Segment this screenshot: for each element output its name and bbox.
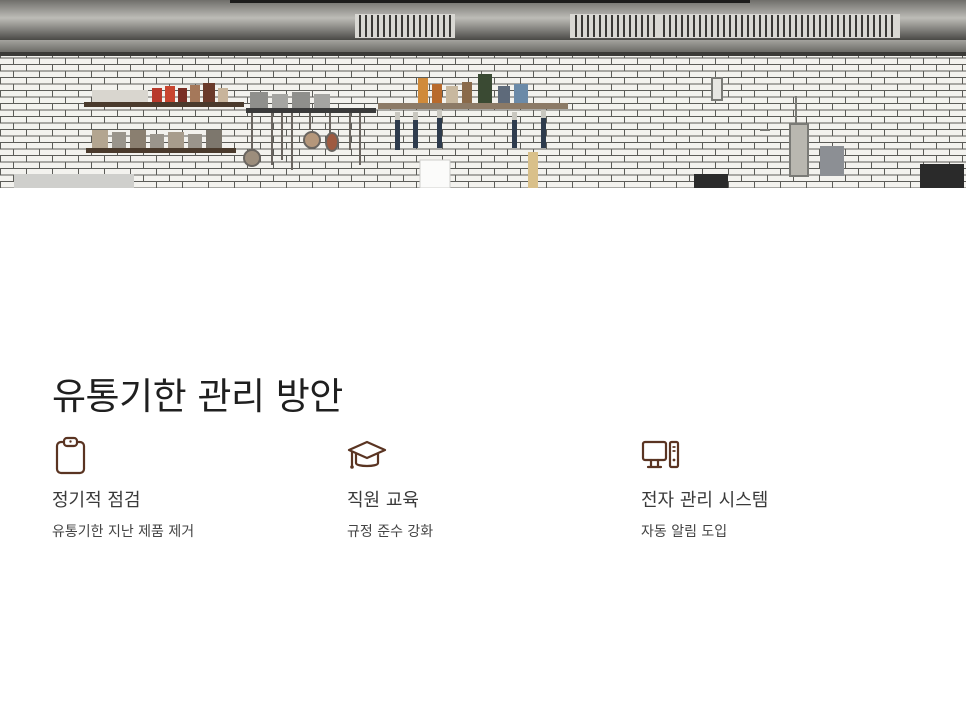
clipboard-icon	[52, 436, 92, 476]
feature-description: 유통기한 지난 제품 제거	[52, 524, 195, 540]
feature-staff-training: 직원 교육 규정 준수 강화	[347, 436, 627, 541]
feature-description: 규정 준수 강화	[347, 524, 434, 540]
graduation-cap-icon	[347, 436, 387, 476]
feature-description: 자동 알림 도입	[641, 524, 728, 540]
feature-title: 직원 교육	[347, 490, 419, 511]
feature-regular-inspection: 정기적 점검 유통기한 지난 제품 제거	[52, 436, 332, 541]
computer-icon	[641, 436, 681, 476]
kitchen-photo	[0, 0, 966, 188]
feature-title: 전자 관리 시스템	[641, 490, 769, 511]
feature-electronic-system: 전자 관리 시스템 자동 알림 도입	[641, 436, 921, 541]
page-title: 유통기한 관리 방안	[52, 375, 343, 418]
slide: 유통기한 관리 방안 정기적 점검 유통기한 지난 제품 제거 직원 교육 규정…	[0, 0, 966, 725]
feature-title: 정기적 점검	[52, 490, 141, 511]
